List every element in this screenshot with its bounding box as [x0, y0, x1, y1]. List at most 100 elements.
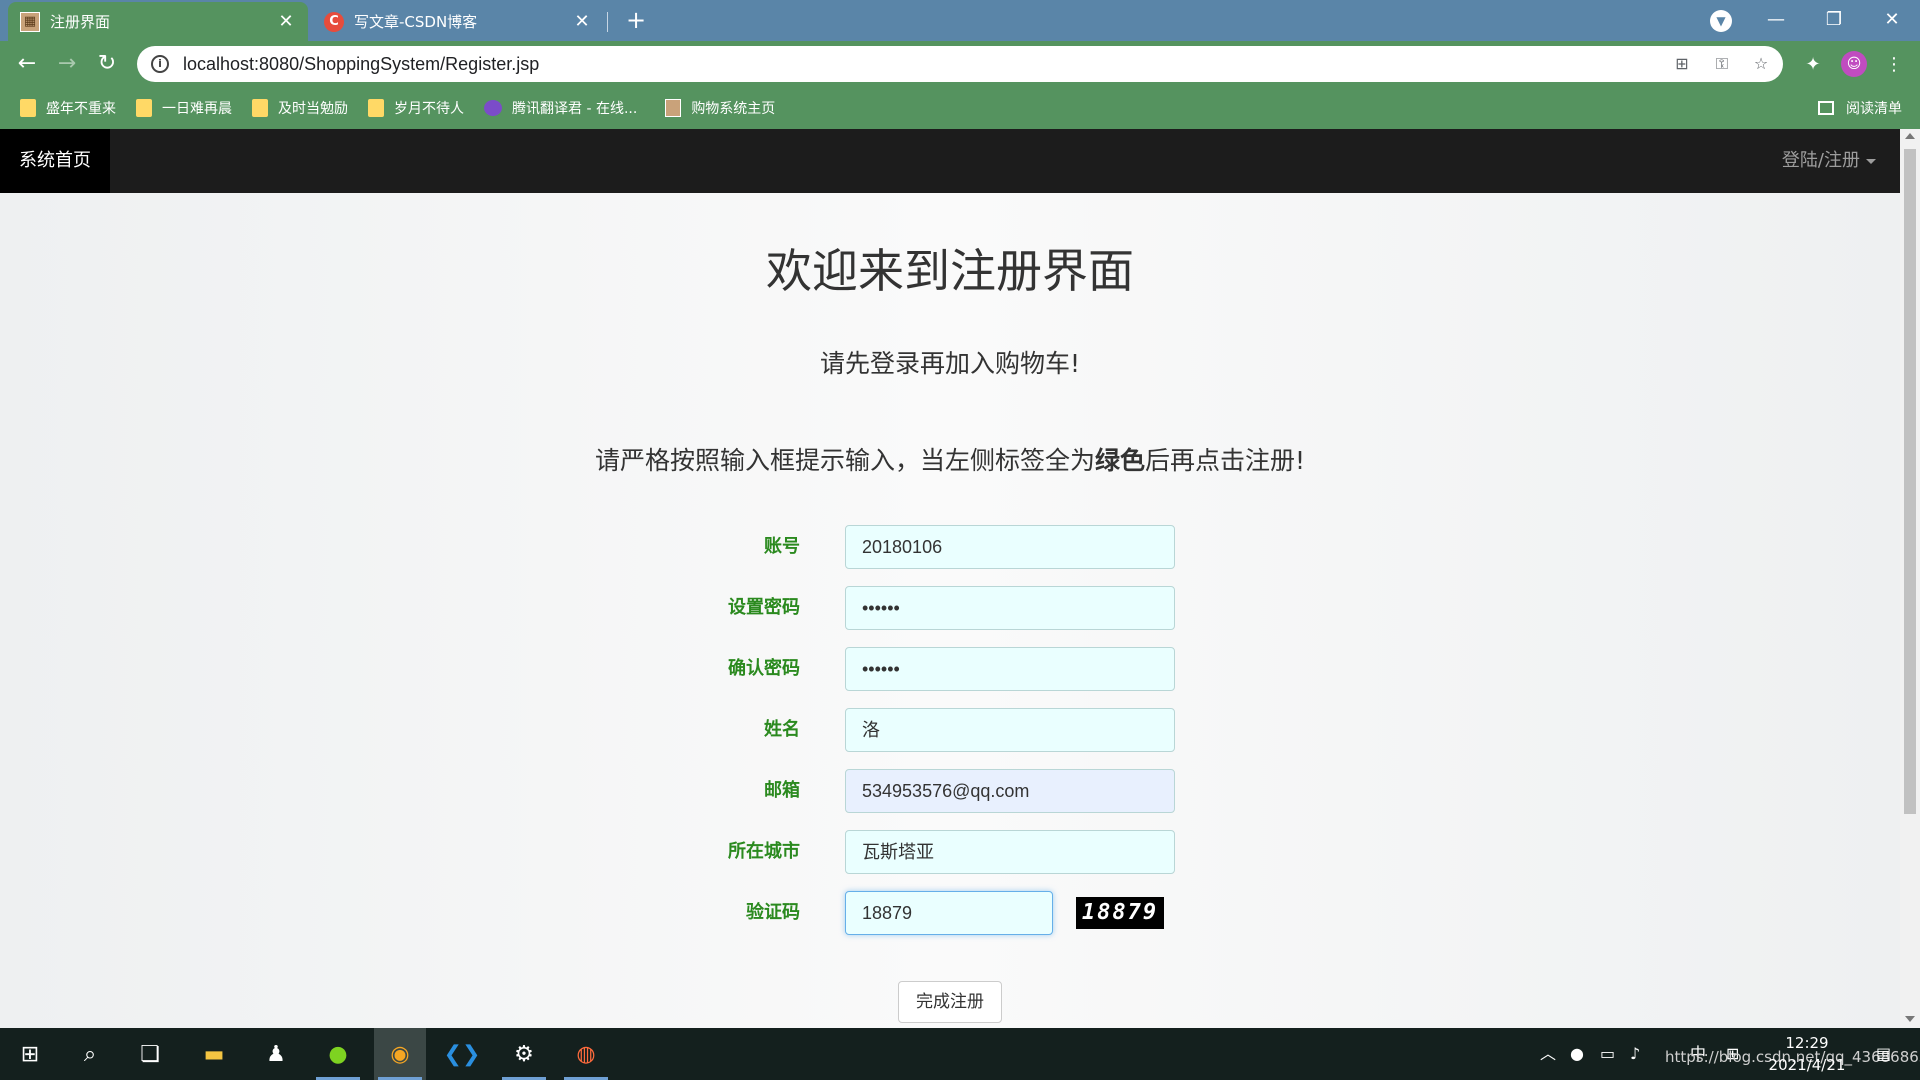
name-input[interactable]: 洛	[845, 708, 1175, 752]
key-icon[interactable]: ⚿	[1712, 54, 1732, 74]
tray-app-icon[interactable]: ●	[1570, 1028, 1584, 1080]
restore-button[interactable]: ❐	[1806, 4, 1862, 36]
avatar[interactable]: ☺	[1841, 51, 1867, 77]
reading-list-button[interactable]: 阅读清单	[1818, 87, 1902, 129]
bookmark-item[interactable]: 腾讯翻译君 - 在线...	[484, 98, 637, 118]
translate-icon[interactable]: ⊞	[1672, 54, 1692, 74]
site-info-icon[interactable]: i	[151, 55, 169, 73]
address-bar[interactable]: i localhost:8080/ShoppingSystem/Register…	[137, 46, 1783, 82]
bookmark-label: 腾讯翻译君 - 在线...	[512, 101, 638, 117]
folder-icon	[20, 99, 36, 117]
email-row: 邮箱 534953576@qq.com	[0, 769, 1900, 813]
search-icon: ⌕	[83, 1041, 97, 1067]
captcha-label: 验证码	[746, 902, 800, 923]
scroll-down-icon[interactable]	[1905, 1016, 1915, 1022]
folder-icon: ▬	[203, 1041, 225, 1067]
new-tab-button[interactable]: +	[622, 6, 650, 34]
close-window-button[interactable]: ✕	[1864, 4, 1920, 36]
instruction-text: 请严格按照输入框提示输入，当左侧标签全为绿色后再点击注册!	[0, 441, 1900, 477]
extensions-icon[interactable]: ✦	[1801, 53, 1825, 77]
city-input[interactable]: 瓦斯塔亚	[845, 830, 1175, 874]
forward-button[interactable]: →	[52, 49, 82, 79]
minimize-button[interactable]: —	[1748, 4, 1804, 36]
search-button[interactable]: ⌕	[64, 1028, 116, 1080]
bookmark-label: 及时当勉励	[278, 101, 348, 117]
back-button[interactable]: ←	[12, 49, 42, 79]
bookmark-label: 岁月不待人	[394, 101, 464, 117]
bookmark-item[interactable]: 及时当勉励	[252, 98, 348, 118]
vscode-icon: ❮❯	[443, 1041, 481, 1067]
address-url[interactable]: localhost:8080/ShoppingSystem/Register.j…	[183, 54, 539, 75]
password-input[interactable]: ••••••	[845, 586, 1175, 630]
reading-list-icon	[1818, 101, 1834, 115]
instruction-emphasis: 绿色	[1094, 446, 1145, 475]
email-label: 邮箱	[764, 780, 800, 801]
confirm-password-input[interactable]: ••••••	[845, 647, 1175, 691]
bookmarks-bar: 盛年不重来 一日难再晨 及时当勉励 岁月不待人 腾讯翻译君 - 在线... 购物…	[0, 87, 1920, 129]
bookmark-label: 购物系统主页	[691, 101, 776, 117]
city-label: 所在城市	[728, 841, 800, 862]
bookmark-item[interactable]: 购物系统主页	[665, 98, 775, 118]
system-clock[interactable]: 12:29 2021/4/21	[1762, 1032, 1852, 1076]
bookmark-label: 一日难再晨	[162, 101, 232, 117]
start-button[interactable]: ⊞	[4, 1028, 56, 1080]
settings-app[interactable]: ⚙	[498, 1028, 550, 1080]
captcha-row: 验证码 18879 18879	[0, 891, 1900, 935]
bookmark-item[interactable]: 盛年不重来	[20, 98, 116, 118]
windows-icon: ⊞	[20, 1041, 40, 1067]
translate-icon	[484, 100, 502, 116]
windows-taskbar: ⊞ ⌕ ❏ ▬ ♟ ● ◉ ❮❯ ⚙ ◍ ︿ ● ▭ ♪ 中 ⊞ https:/…	[0, 1028, 1920, 1080]
scroll-up-icon[interactable]	[1905, 133, 1915, 139]
scrollbar-thumb[interactable]	[1904, 149, 1916, 814]
email-input[interactable]: 534953576@qq.com	[845, 769, 1175, 813]
name-label: 姓名	[764, 719, 800, 740]
music-app[interactable]: ●	[312, 1028, 364, 1080]
reading-list-label: 阅读清单	[1846, 101, 1902, 117]
penguin-icon: ♟	[266, 1041, 286, 1067]
qq-app[interactable]: ♟	[250, 1028, 302, 1080]
vscode-app[interactable]: ❮❯	[436, 1028, 488, 1080]
bookmark-item[interactable]: 一日难再晨	[136, 98, 232, 118]
close-icon[interactable]: ✕	[572, 11, 592, 32]
chrome-app[interactable]: ◉	[374, 1028, 426, 1080]
chrome-icon: ◉	[390, 1041, 410, 1067]
account-input[interactable]: 20180106	[845, 525, 1175, 569]
folder-icon	[252, 99, 268, 117]
tab-csdn[interactable]: C 写文章-CSDN博客 ✕	[312, 2, 604, 41]
file-explorer-app[interactable]: ▬	[188, 1028, 240, 1080]
gear-icon: ⚙	[514, 1041, 534, 1067]
bookmark-item[interactable]: 岁月不待人	[368, 98, 464, 118]
page-scrollbar[interactable]	[1900, 129, 1920, 1028]
notification-icon[interactable]: ▤	[1876, 1028, 1891, 1080]
folder-icon	[136, 99, 152, 117]
page-favicon-icon: ▦	[20, 11, 40, 32]
battery-icon[interactable]: ▭	[1600, 1028, 1615, 1080]
submit-register-button[interactable]: 完成注册	[898, 981, 1002, 1023]
site-navbar: 系统首页 登陆/注册	[0, 129, 1900, 193]
star-icon[interactable]: ☆	[1751, 54, 1771, 74]
confirm-password-label: 确认密码	[728, 658, 800, 679]
tab-bar: ▦ 注册界面 ✕ C 写文章-CSDN博客 ✕ + ▼ — ❐ ✕	[0, 0, 1920, 41]
menu-icon[interactable]: ⋮	[1882, 53, 1906, 77]
tab-search-icon[interactable]: ▼	[1710, 10, 1732, 32]
page-title: 欢迎来到注册界面	[766, 244, 1134, 298]
browser-toolbar: ← → ↻ i localhost:8080/ShoppingSystem/Re…	[0, 41, 1920, 87]
login-register-dropdown[interactable]: 登陆/注册	[1782, 129, 1876, 193]
tab-register[interactable]: ▦ 注册界面 ✕	[8, 2, 308, 41]
captcha-input[interactable]: 18879	[845, 891, 1053, 935]
page-content: 系统首页 登陆/注册 欢迎来到注册界面 请先登录再加入购物车! 请严格按照输入框…	[0, 129, 1900, 1028]
close-icon[interactable]: ✕	[276, 11, 296, 32]
password-label: 设置密码	[728, 597, 800, 618]
reload-button[interactable]: ↻	[92, 49, 122, 79]
password-row: 设置密码 ••••••	[0, 586, 1900, 630]
captcha-image[interactable]: 18879	[1076, 897, 1164, 929]
home-link[interactable]: 系统首页	[0, 129, 110, 193]
browser-window: ▦ 注册界面 ✕ C 写文章-CSDN博客 ✕ + ▼ — ❐ ✕ ← → ↻ …	[0, 0, 1920, 1080]
name-row: 姓名 洛	[0, 708, 1900, 752]
csdn-icon: C	[324, 11, 344, 32]
browser-app[interactable]: ◍	[560, 1028, 612, 1080]
tab-label: 注册界面	[50, 13, 111, 31]
tray-chevron-icon[interactable]: ︿	[1540, 1028, 1556, 1080]
volume-icon[interactable]: ♪	[1630, 1028, 1640, 1080]
task-view-button[interactable]: ❏	[124, 1028, 176, 1080]
